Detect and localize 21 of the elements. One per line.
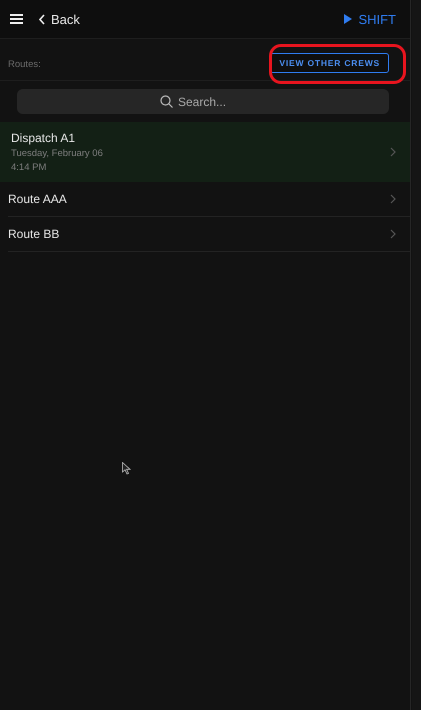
route-name: Route BB	[8, 227, 60, 241]
route-name: Dispatch A1	[11, 131, 76, 145]
shift-button[interactable]: SHIFT	[344, 12, 396, 26]
view-other-crews-button[interactable]: VIEW OTHER CREWS	[270, 52, 389, 72]
route-time: 4:14 PM	[11, 162, 48, 173]
routes-label: Routes:	[8, 59, 41, 70]
cursor-icon	[122, 462, 131, 475]
search-field[interactable]: Search...	[178, 94, 246, 108]
chevron-left-icon	[39, 14, 45, 24]
back-button[interactable]: Back	[39, 12, 80, 26]
chevron-icon	[390, 229, 396, 239]
play-icon	[344, 14, 352, 24]
chevron-icon	[390, 147, 396, 157]
route-item[interactable]: Dispatch A1 Tuesday, February 06 4:14 PM	[0, 122, 410, 182]
route-item[interactable]: Route AAA	[8, 182, 410, 217]
chevron-icon	[390, 194, 396, 204]
route-name: Route AAA	[8, 192, 68, 206]
menu-icon[interactable]	[10, 14, 23, 24]
route-item[interactable]: Route BB	[8, 217, 410, 252]
search-icon	[160, 95, 173, 108]
route-date: Tuesday, February 06	[11, 148, 104, 159]
